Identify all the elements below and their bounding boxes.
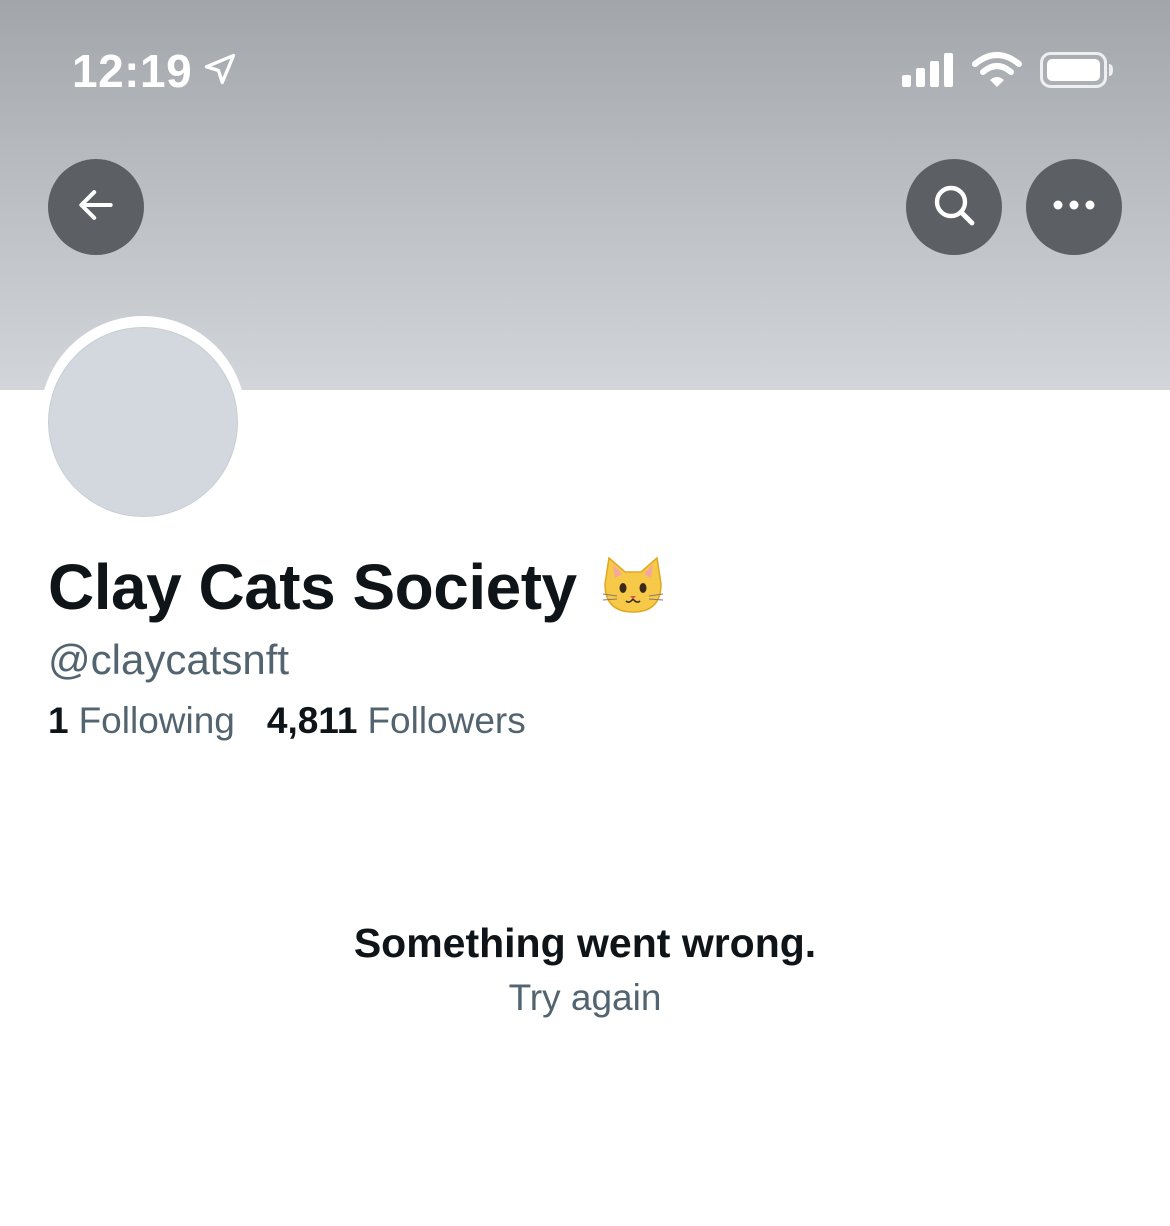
following-count: 1 — [48, 700, 69, 741]
follow-stats: 1 Following 4,811 Followers — [48, 700, 526, 742]
avatar[interactable] — [48, 327, 238, 517]
arrow-left-icon — [74, 183, 118, 232]
status-bar-indicators — [902, 52, 1114, 93]
followers-label: Followers — [367, 700, 526, 741]
profile-screen: 12:19 Clay Cats Society @claycatsnft 1 F… — [0, 0, 1170, 1226]
more-options-button[interactable] — [1026, 159, 1122, 255]
more-horizontal-icon — [1052, 198, 1096, 216]
location-arrow-icon — [202, 44, 238, 98]
wifi-icon — [972, 52, 1022, 93]
profile-handle: @claycatsnft — [48, 636, 290, 683]
following-label: Following — [78, 700, 235, 741]
status-time-label: 12:19 — [72, 45, 193, 97]
status-bar-time: 12:19 — [72, 44, 238, 98]
display-name: Clay Cats Society — [48, 551, 577, 623]
search-icon — [930, 181, 978, 234]
search-button[interactable] — [906, 159, 1002, 255]
cat-face-emoji — [601, 554, 665, 621]
followers-link[interactable]: 4,811 Followers — [267, 700, 526, 742]
error-message-block: Something went wrong. Try again — [0, 920, 1170, 1019]
try-again-link[interactable]: Try again — [509, 977, 662, 1019]
display-name-row: Clay Cats Society — [48, 550, 665, 624]
battery-icon — [1040, 52, 1114, 93]
cellular-signal-icon — [902, 53, 954, 92]
following-link[interactable]: 1 Following — [48, 700, 235, 742]
followers-count: 4,811 — [266, 700, 358, 741]
back-button[interactable] — [48, 159, 144, 255]
error-title: Something went wrong. — [353, 920, 817, 966]
